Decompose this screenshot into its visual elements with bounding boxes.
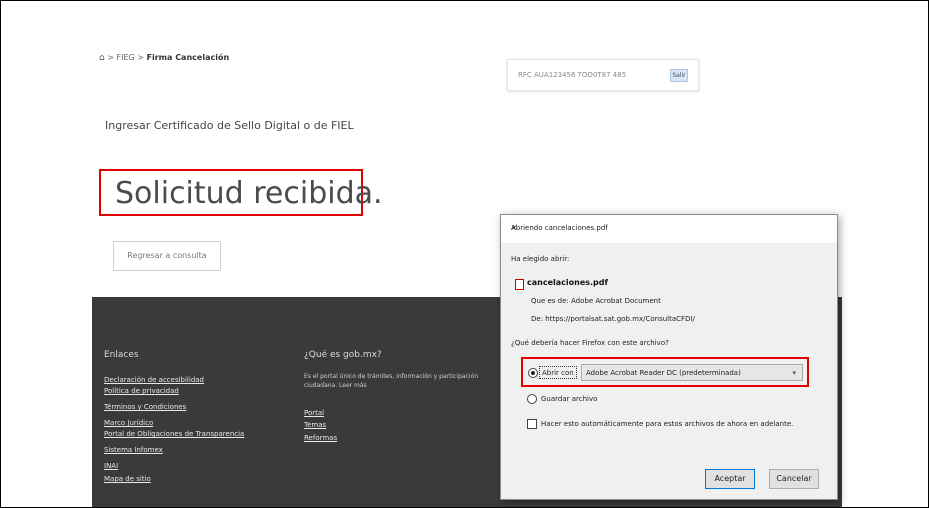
footer-about-title: ¿Qué es gob.mx? xyxy=(304,350,382,360)
dialog-titlebar: Abriendo cancelaciones.pdf ✕ xyxy=(501,215,837,243)
dialog-filename: cancelaciones.pdf xyxy=(527,278,608,287)
application-select-value: Adobe Acrobat Reader DC (predeterminada) xyxy=(586,369,741,377)
dialog-question: ¿Qué debería hacer Firefox con este arch… xyxy=(511,339,669,347)
footer-link[interactable]: Portal xyxy=(304,409,324,417)
footer-links-title: Enlaces xyxy=(104,350,139,360)
highlight-box-open-with: Abrir con Adobe Acrobat Reader DC (prede… xyxy=(521,357,809,387)
footer-link[interactable]: INAI xyxy=(104,462,118,470)
pdf-file-icon xyxy=(515,279,524,290)
page-title: Solicitud recibida. xyxy=(115,176,383,211)
footer-link[interactable]: Términos y Condiciones xyxy=(104,403,186,411)
footer-link[interactable]: Sistema Infomex xyxy=(104,446,163,454)
rfc-session-box: RFC AUA123456 TOO0T87 485 Salir xyxy=(507,59,699,91)
browser-viewport: ⌂ > FIEG > Firma Cancelación RFC AUA1234… xyxy=(0,0,929,508)
remember-checkbox[interactable] xyxy=(527,419,537,429)
application-select[interactable]: Adobe Acrobat Reader DC (predeterminada)… xyxy=(581,364,803,381)
close-icon[interactable]: ✕ xyxy=(511,224,827,232)
footer-about-text: Es el portal único de trámites, informac… xyxy=(304,373,478,389)
page-subtitle: Ingresar Certificado de Sello Digital o … xyxy=(105,119,354,132)
footer-link[interactable]: Mapa de sitio xyxy=(104,475,151,483)
download-dialog: Abriendo cancelaciones.pdf ✕ Ha elegido … xyxy=(500,214,838,500)
accept-button[interactable]: Aceptar xyxy=(705,469,755,489)
breadcrumb-middle[interactable]: > FIEG > xyxy=(105,53,147,62)
open-with-label[interactable]: Abrir con xyxy=(539,366,577,379)
footer-link[interactable]: Declaración de accesibilidad xyxy=(104,376,204,384)
footer-link[interactable]: Portal de Obligaciones de Transparencia xyxy=(104,430,244,438)
chevron-down-icon: ▾ xyxy=(792,369,796,377)
breadcrumb: ⌂ > FIEG > Firma Cancelación xyxy=(99,53,229,63)
save-file-label[interactable]: Guardar archivo xyxy=(541,395,597,403)
dialog-intro: Ha elegido abrir: xyxy=(511,255,570,263)
open-with-radio[interactable] xyxy=(528,368,538,378)
save-file-radio[interactable] xyxy=(527,394,537,404)
dialog-file-type: Que es de: Adobe Acrobat Document xyxy=(531,297,661,305)
cancel-button[interactable]: Cancelar xyxy=(769,469,819,489)
remember-label[interactable]: Hacer esto automáticamente para estos ar… xyxy=(541,420,793,428)
back-to-query-button[interactable]: Regresar a consulta xyxy=(113,241,221,271)
footer-link[interactable]: Política de privacidad xyxy=(104,387,179,395)
footer-link[interactable]: Reformas xyxy=(304,434,337,442)
footer-link[interactable]: Temas xyxy=(304,421,326,429)
dialog-file-source: De: https://portalsat.sat.gob.mx/Consult… xyxy=(531,315,695,323)
logout-button[interactable]: Salir xyxy=(670,69,688,82)
footer-link[interactable]: Marco Jurídico xyxy=(104,419,153,427)
rfc-text: RFC AUA123456 TOO0T87 485 xyxy=(518,71,627,79)
breadcrumb-current: Firma Cancelación xyxy=(146,53,230,62)
highlight-box-title: Solicitud recibida. xyxy=(99,169,383,216)
